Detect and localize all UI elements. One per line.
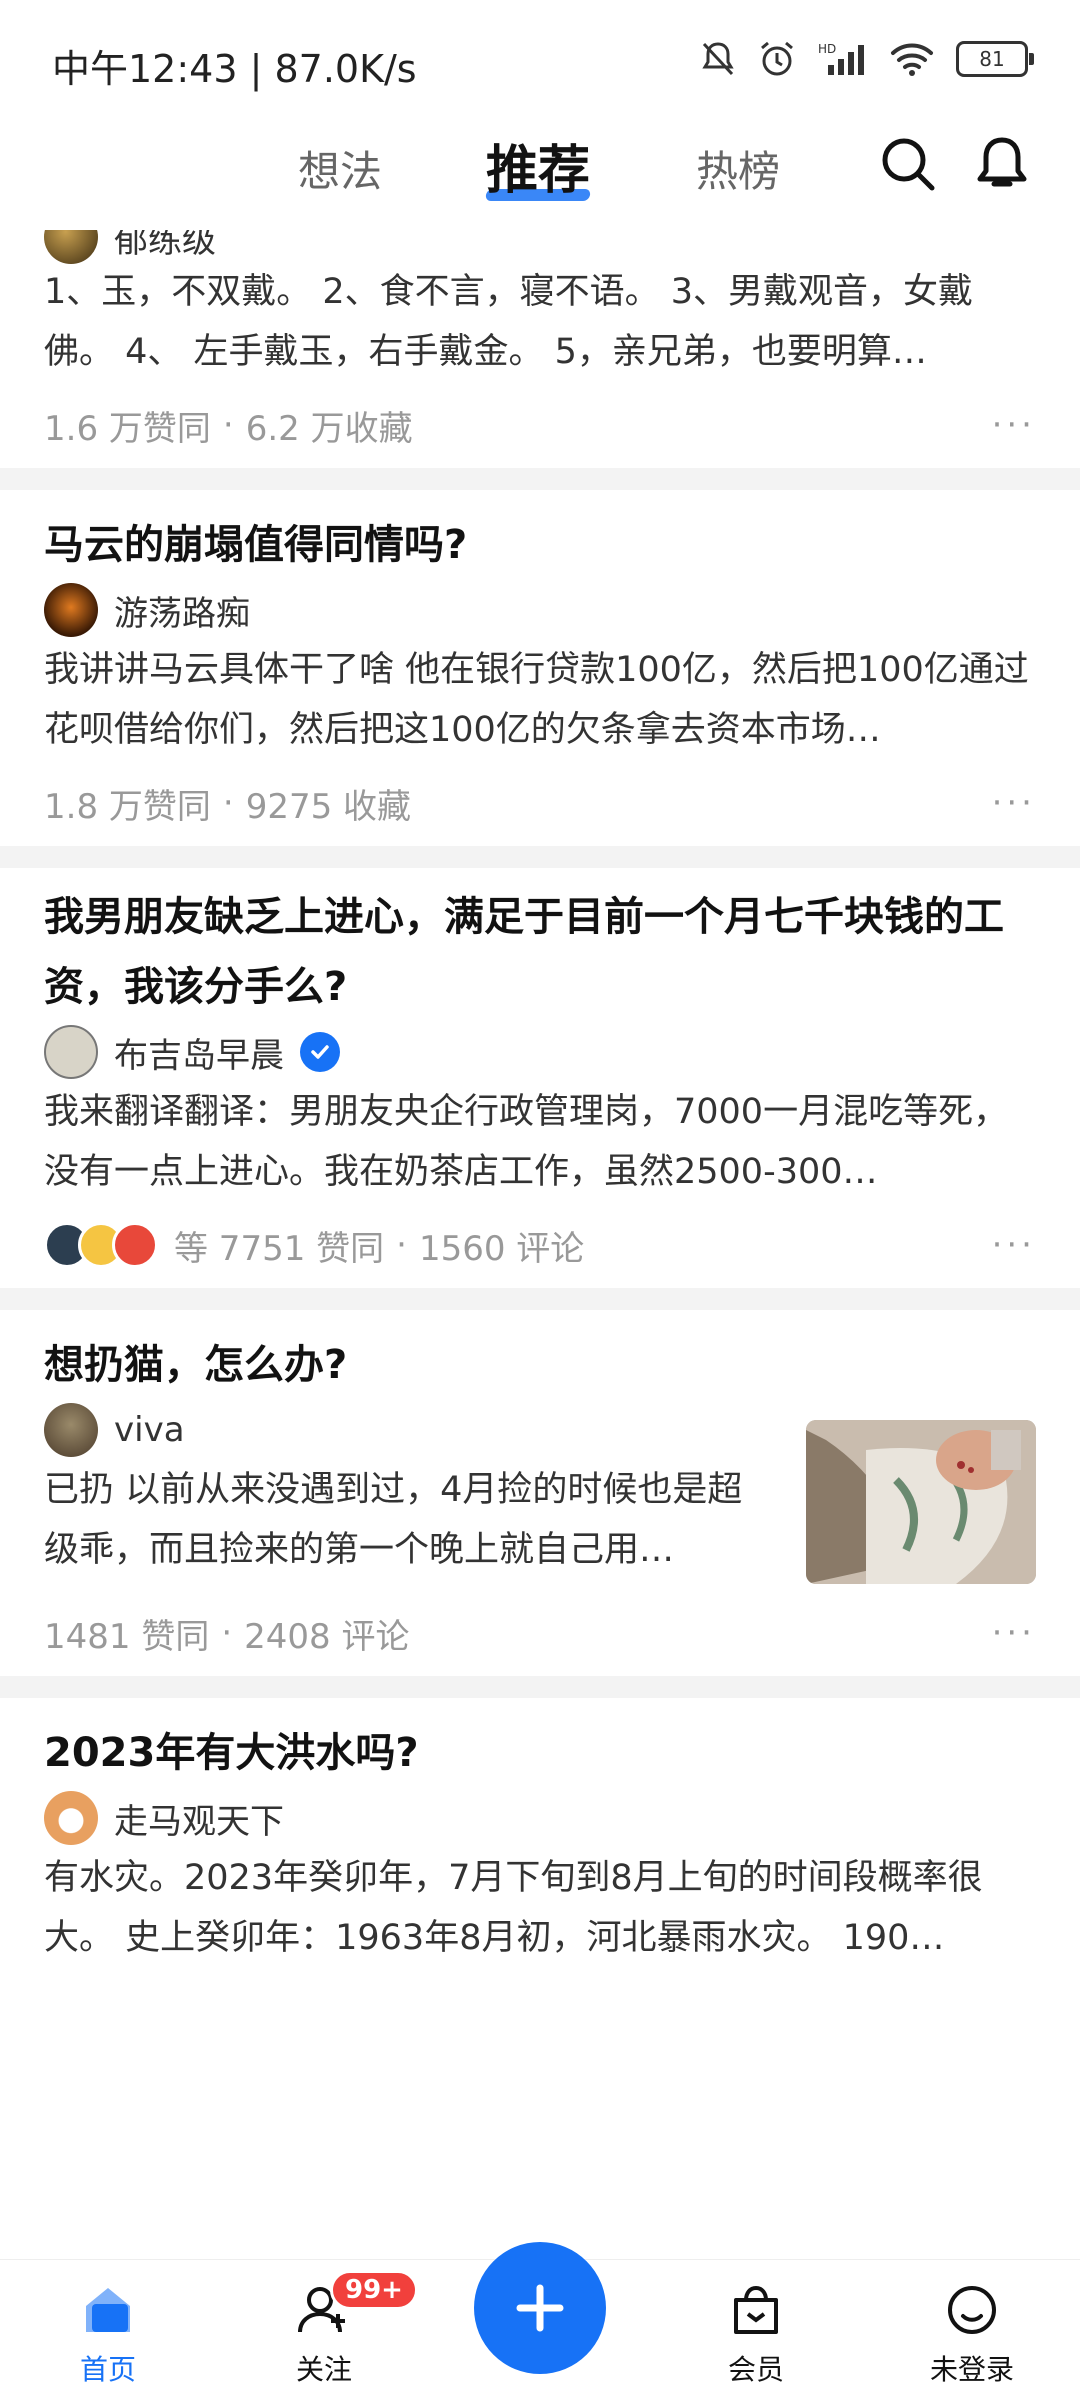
tab-profile-label: 未登录 [929, 2353, 1014, 2386]
top-nav: 想法 推荐 热榜 [0, 120, 1080, 230]
stats-row: 等 7751 赞同 · 1560 评论 ··· [44, 1202, 1036, 1288]
answer-excerpt[interactable]: 1、玉，不双戴。 2、食不言，寝不语。 3、男戴观音，女戴佛。 4、 左手戴玉，… [44, 262, 1036, 382]
upvote-count: 1.8 万赞同 [44, 786, 211, 827]
signal-icon: HD [818, 42, 864, 75]
divider [0, 1288, 1080, 1310]
plus-icon [516, 2284, 564, 2332]
stats-row: 1.8 万赞同 · 9275 收藏 ··· [44, 760, 1036, 846]
follow-badge: 99+ [330, 2270, 418, 2310]
bottom-tab-bar: 首页 关注 99+ 会员 未登录 [0, 2242, 1080, 2400]
upvote-count: 1481 赞同 [44, 1616, 210, 1657]
author-row: 游荡路痴 [44, 580, 1036, 640]
search-icon[interactable] [878, 134, 938, 194]
question-title[interactable]: 想扔猫，怎么办? [44, 1330, 1036, 1400]
dot-separator: · [222, 405, 234, 445]
avatar [44, 583, 98, 637]
answer-excerpt[interactable]: 已扔 以前从来没遇到过，4月捡的时候也是超级乖，而且捡来的第一个晚上就自己用… [44, 1460, 774, 1580]
tab-follow-label: 关注 [295, 2353, 352, 2386]
bell-icon[interactable] [972, 134, 1032, 194]
tab-home-label: 首页 [79, 2353, 136, 2386]
author-name[interactable]: 走马观天下 [114, 1794, 284, 1843]
author-name[interactable]: viva [114, 1410, 185, 1450]
author-name[interactable]: 游荡路痴 [114, 586, 250, 635]
answer-excerpt[interactable]: 我来翻译翻译：男朋友央企行政管理岗，7000一月混吃等死，没有一点上进心。我在奶… [44, 1082, 1036, 1202]
create-button[interactable] [474, 2242, 606, 2374]
feed-card[interactable]: 郁练级 1、玉，不双戴。 2、食不言，寝不语。 3、男戴观音，女戴佛。 4、 左… [0, 210, 1080, 468]
more-icon[interactable]: ··· [992, 1613, 1036, 1653]
avatar [44, 1791, 98, 1845]
mute-bell-icon [702, 42, 734, 76]
avatar [112, 1222, 158, 1268]
tab-profile[interactable]: 未登录 [912, 2282, 1032, 2388]
divider [0, 1676, 1080, 1698]
divider [0, 468, 1080, 490]
comment-count: 1560 评论 [418, 1228, 585, 1269]
answer-thumbnail[interactable] [806, 1420, 1036, 1584]
feed: 郁练级 1、玉，不双戴。 2、食不言，寝不语。 3、男戴观音，女戴佛。 4、 左… [0, 210, 1080, 1968]
status-icons: HD 81 [700, 40, 1034, 78]
avatar [44, 1403, 98, 1457]
verified-icon [300, 1032, 340, 1072]
tab-thoughts[interactable]: 想法 [298, 138, 382, 199]
status-bar: 中午12:43 | 87.0K/s HD 81 [0, 0, 1080, 120]
answer-excerpt[interactable]: 有水灾。2023年癸卯年，7月下旬到8月上旬的时间段概率很大。 史上癸卯年：19… [44, 1848, 1036, 1968]
more-icon[interactable]: ··· [992, 1225, 1036, 1265]
tab-hot[interactable]: 热榜 [696, 138, 780, 199]
dot-separator: · [396, 1225, 407, 1265]
author-name[interactable]: 布吉岛早晨 [114, 1028, 284, 1077]
stats-row: 1481 赞同 · 2408 评论 ··· [44, 1590, 1036, 1676]
dot-separator: · [222, 783, 234, 823]
tab-recommend[interactable]: 推荐 [486, 128, 590, 203]
tab-vip-label: 会员 [727, 2353, 784, 2386]
divider [0, 846, 1080, 868]
question-title[interactable]: 我男朋友缺乏上进心，满足于目前一个月七千块钱的工资，我该分手么? [44, 882, 1036, 1022]
voter-avatars [44, 1222, 158, 1268]
feed-card[interactable]: 马云的崩塌值得同情吗? 游荡路痴 我讲讲马云具体干了啥 他在银行贷款100亿，然… [0, 490, 1080, 846]
tab-vip[interactable]: 会员 [696, 2282, 816, 2388]
author-row: 布吉岛早晨 [44, 1022, 1036, 1082]
answer-excerpt[interactable]: 我讲讲马云具体干了啥 他在银行贷款100亿，然后把100亿通过花呗借给你们，然后… [44, 640, 1036, 760]
dot-separator: · [221, 1613, 233, 1653]
feed-card[interactable]: 我男朋友缺乏上进心，满足于目前一个月七千块钱的工资，我该分手么? 布吉岛早晨 我… [0, 868, 1080, 1288]
tab-home[interactable]: 首页 [48, 2282, 168, 2388]
status-time: 中午12:43 | 87.0K/s [52, 47, 417, 91]
favorite-count: 9275 收藏 [245, 786, 412, 827]
battery-icon: 81 [956, 41, 1034, 77]
question-title[interactable]: 马云的崩塌值得同情吗? [44, 510, 1036, 580]
stats-row: 1.6 万赞同 · 6.2 万收藏 ··· [44, 382, 1036, 468]
favorite-count: 6.2 万收藏 [245, 408, 413, 449]
alarm-icon [761, 41, 793, 76]
feed-card[interactable]: 2023年有大洪水吗? 走马观天下 有水灾。2023年癸卯年，7月下旬到8月上旬… [0, 1698, 1080, 1968]
svg-text:HD: HD [818, 42, 836, 56]
upvote-count: 1.6 万赞同 [44, 408, 211, 449]
avatar [44, 1025, 98, 1079]
question-title[interactable]: 2023年有大洪水吗? [44, 1718, 1036, 1788]
home-icon [86, 2288, 130, 2332]
wifi-icon [891, 43, 933, 76]
comment-count: 2408 评论 [244, 1616, 410, 1657]
feed-card[interactable]: 想扔猫，怎么办? viva 已扔 以前从来没遇到过，4月捡的时候也是超级乖，而且… [0, 1310, 1080, 1676]
vip-bag-icon [734, 2285, 778, 2334]
upvote-count: 等 7751 赞同 [174, 1228, 385, 1269]
more-icon[interactable]: ··· [992, 783, 1036, 823]
more-icon[interactable]: ··· [992, 405, 1036, 445]
profile-face-icon [948, 2286, 996, 2334]
author-row: 走马观天下 [44, 1788, 1036, 1848]
